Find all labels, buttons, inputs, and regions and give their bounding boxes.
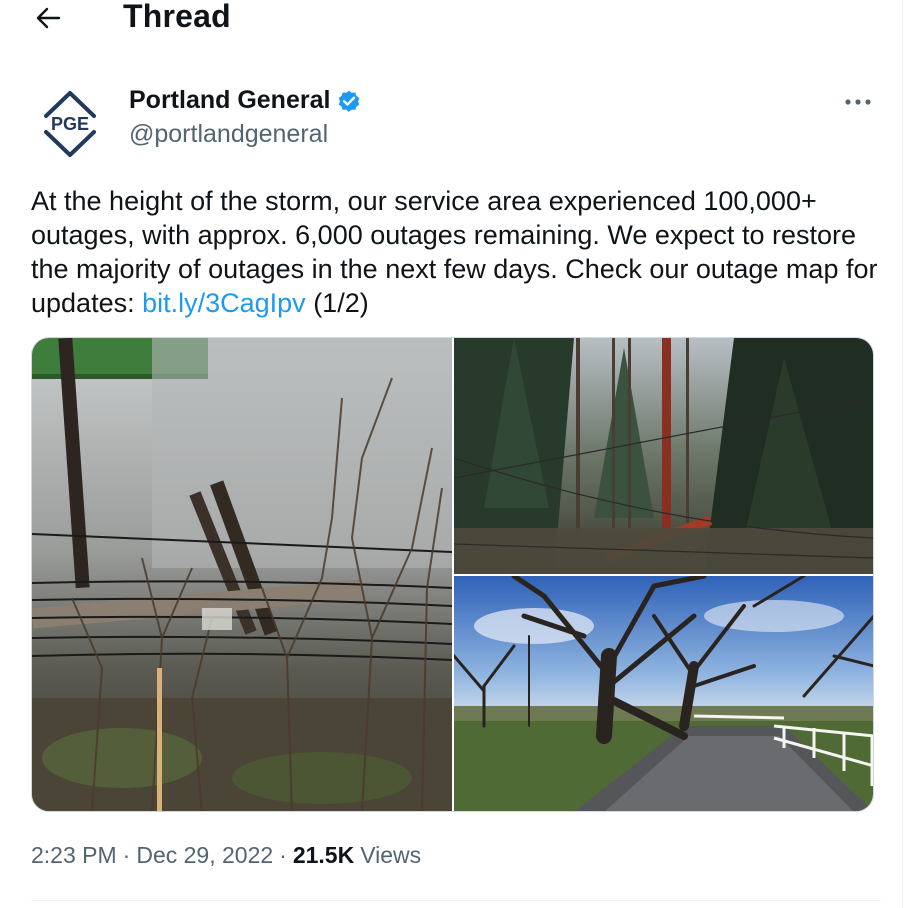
meta-separator: · [279, 842, 287, 868]
tweet-text: At the height of the storm, our service … [31, 184, 881, 320]
back-button[interactable] [30, 2, 66, 34]
meta-divider [31, 900, 881, 901]
tweet-date[interactable]: Dec 29, 2022 [136, 842, 273, 869]
thread-header: Thread [0, 0, 900, 40]
arrow-left-icon [36, 7, 61, 29]
tweet-meta: 2:23 PM · Dec 29, 2022 · 21.5K Views [31, 842, 421, 869]
tweet-media-grid [31, 337, 874, 812]
media-photo-3[interactable] [454, 576, 873, 811]
meta-separator: · [122, 842, 131, 868]
more-options-button[interactable] [840, 88, 876, 116]
thread-page: Thread PGE Portland General @portlandgen… [0, 0, 920, 908]
more-horizontal-icon [845, 99, 871, 105]
outage-map-link[interactable]: bit.ly/3CagIpv [142, 288, 306, 318]
photo-fallen-oak-tree [454, 576, 873, 811]
verified-badge-icon [339, 90, 360, 112]
author-avatar[interactable]: PGE [32, 86, 108, 162]
views-label: Views [360, 842, 422, 868]
photo-forest-power-pole [454, 338, 873, 574]
views-count[interactable]: 21.5K [293, 842, 354, 869]
tweet-time[interactable]: 2:23 PM [31, 842, 117, 869]
author-name[interactable]: Portland General [129, 86, 362, 115]
author-name-text: Portland General [129, 86, 331, 114]
media-photo-1[interactable] [32, 338, 452, 811]
page-title: Thread [123, 0, 231, 34]
pge-logo-icon: PGE [33, 87, 107, 161]
svg-text:PGE: PGE [51, 114, 89, 134]
author-handle[interactable]: @portlandgeneral [129, 120, 328, 149]
tweet-text-suffix: (1/2) [305, 288, 369, 318]
media-photo-2[interactable] [454, 338, 873, 574]
photo-downed-power-poles [32, 338, 452, 811]
